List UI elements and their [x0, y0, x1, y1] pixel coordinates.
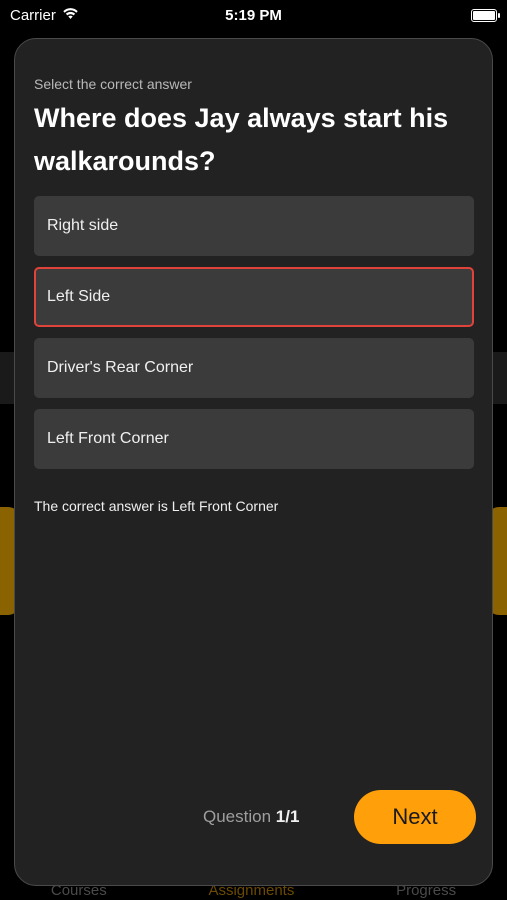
answer-option-label: Left Front Corner — [47, 430, 169, 447]
answer-option-label: Driver's Rear Corner — [47, 359, 194, 376]
next-button[interactable]: Next — [354, 790, 476, 844]
answer-feedback: The correct answer is Left Front Corner — [34, 498, 279, 514]
answer-option-drivers-rear-corner[interactable]: Driver's Rear Corner — [34, 338, 474, 398]
question-prompt: Select the correct answer — [34, 76, 192, 92]
answer-option-label: Left Side — [47, 288, 111, 305]
question-counter: Question 1/1 — [203, 807, 299, 827]
answer-option-right-side[interactable]: Right side — [34, 196, 474, 256]
answer-option-left-side[interactable]: Left Side — [34, 267, 474, 327]
quiz-modal: Select the correct answer Where does Jay… — [14, 38, 493, 886]
status-time: 5:19 PM — [225, 6, 282, 24]
battery-icon — [471, 8, 500, 22]
question-title: Where does Jay always start his walkarou… — [34, 103, 449, 176]
status-bar: Carrier 5:19 PM — [0, 0, 507, 30]
question-counter-label: Question — [203, 807, 272, 826]
answer-option-label: Right side — [47, 217, 119, 234]
question-counter-value: 1/1 — [275, 807, 300, 826]
answer-option-left-front-corner[interactable]: Left Front Corner — [34, 409, 474, 469]
